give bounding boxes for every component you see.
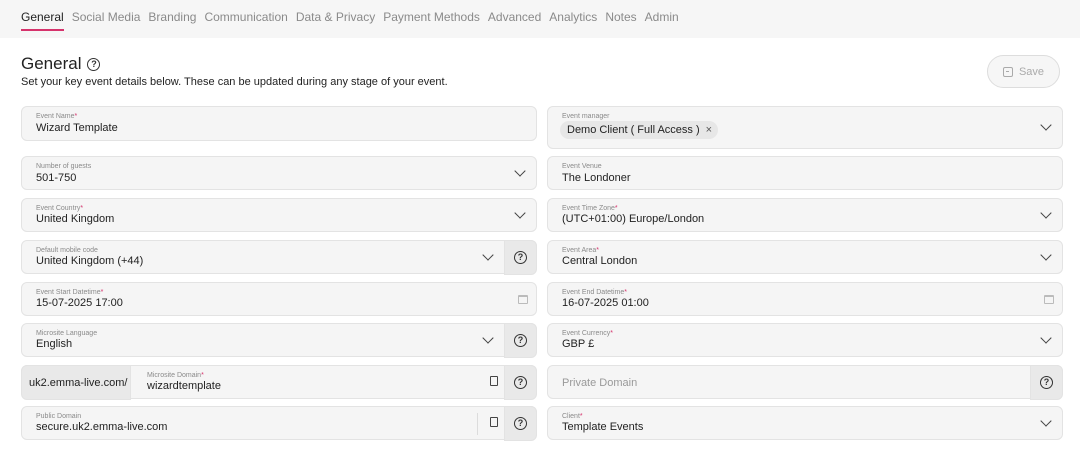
divider [477,413,478,435]
calendar-icon[interactable] [518,295,528,304]
event-start-datetime-field[interactable]: Event Start Datetime* 15-07-2025 17:00 [21,282,537,316]
end-label: Event End Datetime* [562,289,627,296]
copy-icon[interactable] [486,376,500,391]
public-domain-field[interactable]: Public Domain secure.uk2.emma-live.com ? [21,406,537,441]
help-icon: ? [514,376,527,389]
country-label: Event Country* [36,205,84,212]
public-domain-help-button[interactable]: ? [504,406,537,441]
mobile-code-value: United Kingdom (+44) [36,255,144,267]
tab-analytics[interactable]: Analytics [549,10,597,29]
event-time-zone-select[interactable]: Event Time Zone* (UTC+01:00) Europe/Lond… [547,198,1063,232]
event-area-select[interactable]: Event Area* Central London [547,240,1063,274]
public-domain-label: Public Domain [36,413,82,420]
page-header: General ? Set your key event details bel… [0,38,1080,106]
currency-value: GBP £ [562,338,595,350]
venue-value: The Londoner [562,172,631,184]
help-icon: ? [514,334,527,347]
client-label: Client* [562,413,583,420]
client-value: Template Events [562,421,644,433]
mobile-code-help-button[interactable]: ? [504,240,537,275]
remove-chip-icon[interactable]: × [706,124,712,136]
event-currency-select[interactable]: Event Currency* GBP £ [547,323,1063,357]
page-title: General ? [21,54,101,74]
save-button[interactable]: Save [987,55,1060,88]
chevron-down-icon[interactable] [1040,332,1052,344]
chevron-down-icon[interactable] [1040,415,1052,427]
event-manager-select[interactable]: Event manager Demo Client ( Full Access … [547,106,1063,149]
tab-notes[interactable]: Notes [605,10,636,29]
page-subtitle: Set your key event details below. These … [21,76,448,88]
event-country-select[interactable]: Event Country* United Kingdom [21,198,537,232]
tab-bar: General Social Media Branding Communicat… [0,0,1080,38]
start-value: 15-07-2025 17:00 [36,297,123,309]
save-button-label: Save [1018,65,1045,78]
area-value: Central London [562,255,638,267]
venue-label: Event Venue [562,163,602,170]
chevron-down-icon[interactable] [514,165,526,177]
tab-branding[interactable]: Branding [148,10,196,29]
number-of-guests-select[interactable]: Number of guests 501-750 [21,156,537,190]
event-manager-label: Event manager [562,113,610,120]
event-manager-chip-label: Demo Client ( Full Access ) [567,124,700,136]
help-icon[interactable]: ? [87,57,101,71]
timezone-label: Event Time Zone* [562,205,618,212]
tab-data-privacy[interactable]: Data & Privacy [296,10,375,29]
help-icon: ? [514,251,527,264]
chevron-down-icon[interactable] [482,332,494,344]
chevron-down-icon[interactable] [514,207,526,219]
microsite-domain-label: Microsite Domain* [147,372,204,379]
microsite-domain-prefix: uk2.emma-live.com/ [21,365,131,400]
end-value: 16-07-2025 01:00 [562,297,649,309]
microsite-domain-field[interactable]: uk2.emma-live.com/ Microsite Domain* wiz… [21,365,537,400]
chevron-down-icon[interactable] [482,249,494,261]
save-icon [1002,66,1013,77]
help-icon: ? [1040,376,1053,389]
copy-icon[interactable] [486,417,500,432]
event-venue-field[interactable]: Event Venue The Londoner [547,156,1063,190]
default-mobile-code-select[interactable]: Default mobile code United Kingdom (+44)… [21,240,537,275]
microsite-domain-help-button[interactable]: ? [504,365,537,400]
event-name-field[interactable]: Event Name* Wizard Template [21,106,537,141]
timezone-value: (UTC+01:00) Europe/London [562,213,705,225]
public-domain-value: secure.uk2.emma-live.com [36,421,168,433]
chevron-down-icon[interactable] [1040,249,1052,261]
tab-admin[interactable]: Admin [645,10,679,29]
mobile-code-label: Default mobile code [36,247,98,254]
tab-advanced[interactable]: Advanced [488,10,541,29]
tab-communication[interactable]: Communication [204,10,287,29]
language-value: English [36,338,73,350]
private-domain-placeholder: Private Domain [562,377,638,389]
page-title-text: General [21,54,82,73]
chevron-down-icon[interactable] [1040,207,1052,219]
language-label: Microsite Language [36,330,98,337]
client-select[interactable]: Client* Template Events [547,406,1063,440]
guests-label: Number of guests [36,163,92,170]
event-manager-chip: Demo Client ( Full Access ) × [560,121,719,139]
microsite-language-select[interactable]: Microsite Language English ? [21,323,537,358]
language-help-button[interactable]: ? [504,323,537,358]
start-label: Event Start Datetime* [36,289,104,296]
chevron-down-icon[interactable] [1040,119,1052,131]
microsite-domain-value: wizardtemplate [147,380,221,392]
tab-social-media[interactable]: Social Media [72,10,141,29]
tab-general[interactable]: General [21,10,64,31]
event-name-value: Wizard Template [36,122,118,134]
event-name-label: Event Name* [36,113,78,120]
tab-payment-methods[interactable]: Payment Methods [383,10,480,29]
private-domain-field[interactable]: Private Domain ? [547,365,1063,400]
private-domain-help-button[interactable]: ? [1030,365,1063,400]
help-icon: ? [514,417,527,430]
guests-value: 501-750 [36,172,77,184]
calendar-icon[interactable] [1044,295,1054,304]
currency-label: Event Currency* [562,330,613,337]
area-label: Event Area* [562,247,599,254]
event-end-datetime-field[interactable]: Event End Datetime* 16-07-2025 01:00 [547,282,1063,316]
country-value: United Kingdom [36,213,115,225]
